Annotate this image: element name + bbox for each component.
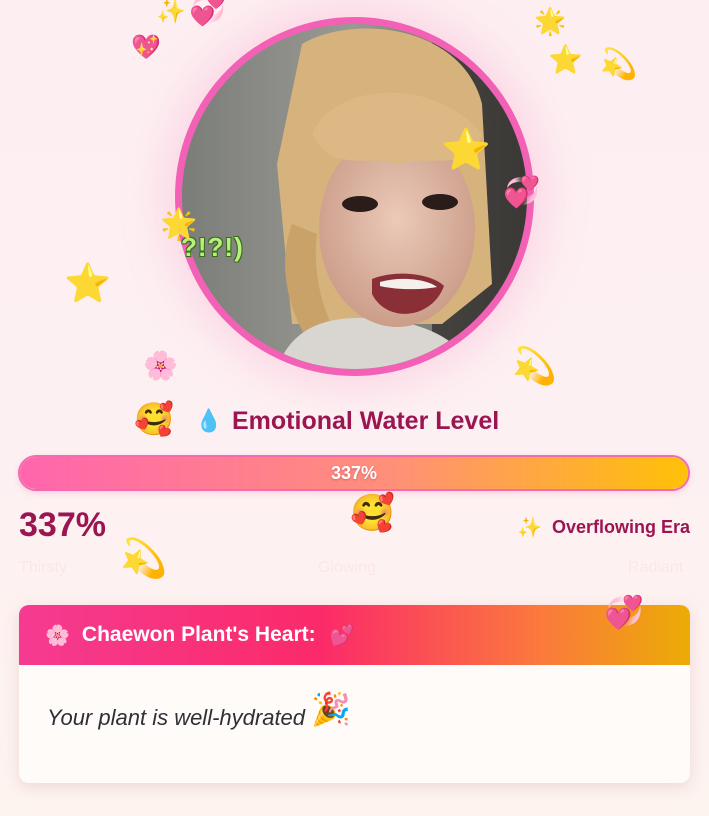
- avatar: [175, 17, 534, 376]
- star-icon: ⭐: [441, 128, 491, 172]
- dizzy-icon: 💫: [512, 345, 557, 386]
- card-header: 🌸 Chaewon Plant's Heart: 💕: [19, 605, 690, 665]
- meter-title-text: Emotional Water Level: [232, 407, 500, 435]
- blossom-icon: 🌸: [143, 350, 178, 381]
- sparkles-icon: ✨: [517, 517, 542, 539]
- dizzy-icon: 💫: [600, 48, 638, 81]
- star-icon: ⭐: [548, 44, 583, 75]
- sparkles-icon: 🌟: [160, 208, 198, 241]
- card-body: Your plant is well-hydrated 🎉: [19, 665, 690, 731]
- heart-icon: 💖: [131, 34, 161, 61]
- revolving-hearts-icon: 💞: [604, 594, 644, 630]
- star-icon: ⭐: [64, 263, 112, 305]
- sparkles-icon: ✨: [156, 0, 186, 25]
- meter-title: 🥰 💧 Emotional Water Level: [0, 400, 709, 444]
- page: ✨ 💞 💖 🌟 ⭐ 💫 ?!?!) ⭐ 💞 🌟 ⭐ 🌸 💫 🥰 💧 Emotio…: [0, 0, 709, 816]
- dizzy-icon: 💫: [120, 538, 168, 580]
- water-level-value: 337%: [19, 506, 106, 544]
- revolving-hearts-icon: 💞: [189, 0, 227, 27]
- glowing-star-icon: 🌟: [534, 6, 567, 36]
- smiling-face-with-hearts-icon: 🥰: [350, 492, 395, 533]
- scale-label-glowing: Glowing: [318, 559, 376, 576]
- card-message: Your plant is well-hydrated: [47, 705, 306, 730]
- blossom-icon: 🌸: [45, 624, 70, 647]
- revolving-hearts-icon: 💞: [503, 176, 541, 209]
- two-hearts-icon: 💕: [329, 624, 355, 647]
- party-popper-icon: 🎉: [311, 691, 351, 727]
- water-level-bar: 337%: [18, 455, 690, 491]
- scale-label-radiant: Radiant: [628, 559, 684, 576]
- scale-label-thirsty: Thirsty: [19, 559, 67, 576]
- smiling-face-with-hearts-icon: 🥰: [134, 401, 174, 437]
- status-text: Overflowing Era: [551, 517, 690, 537]
- water-level-bar-label: 337%: [330, 462, 378, 483]
- water-drop-icon: 💧: [195, 408, 223, 433]
- avatar-photo: [182, 24, 527, 369]
- plant-heart-card: 🌸 Chaewon Plant's Heart: 💕 Your plant is…: [19, 605, 690, 783]
- card-title: Chaewon Plant's Heart:: [81, 623, 316, 646]
- status: ✨ Overflowing Era: [517, 515, 690, 540]
